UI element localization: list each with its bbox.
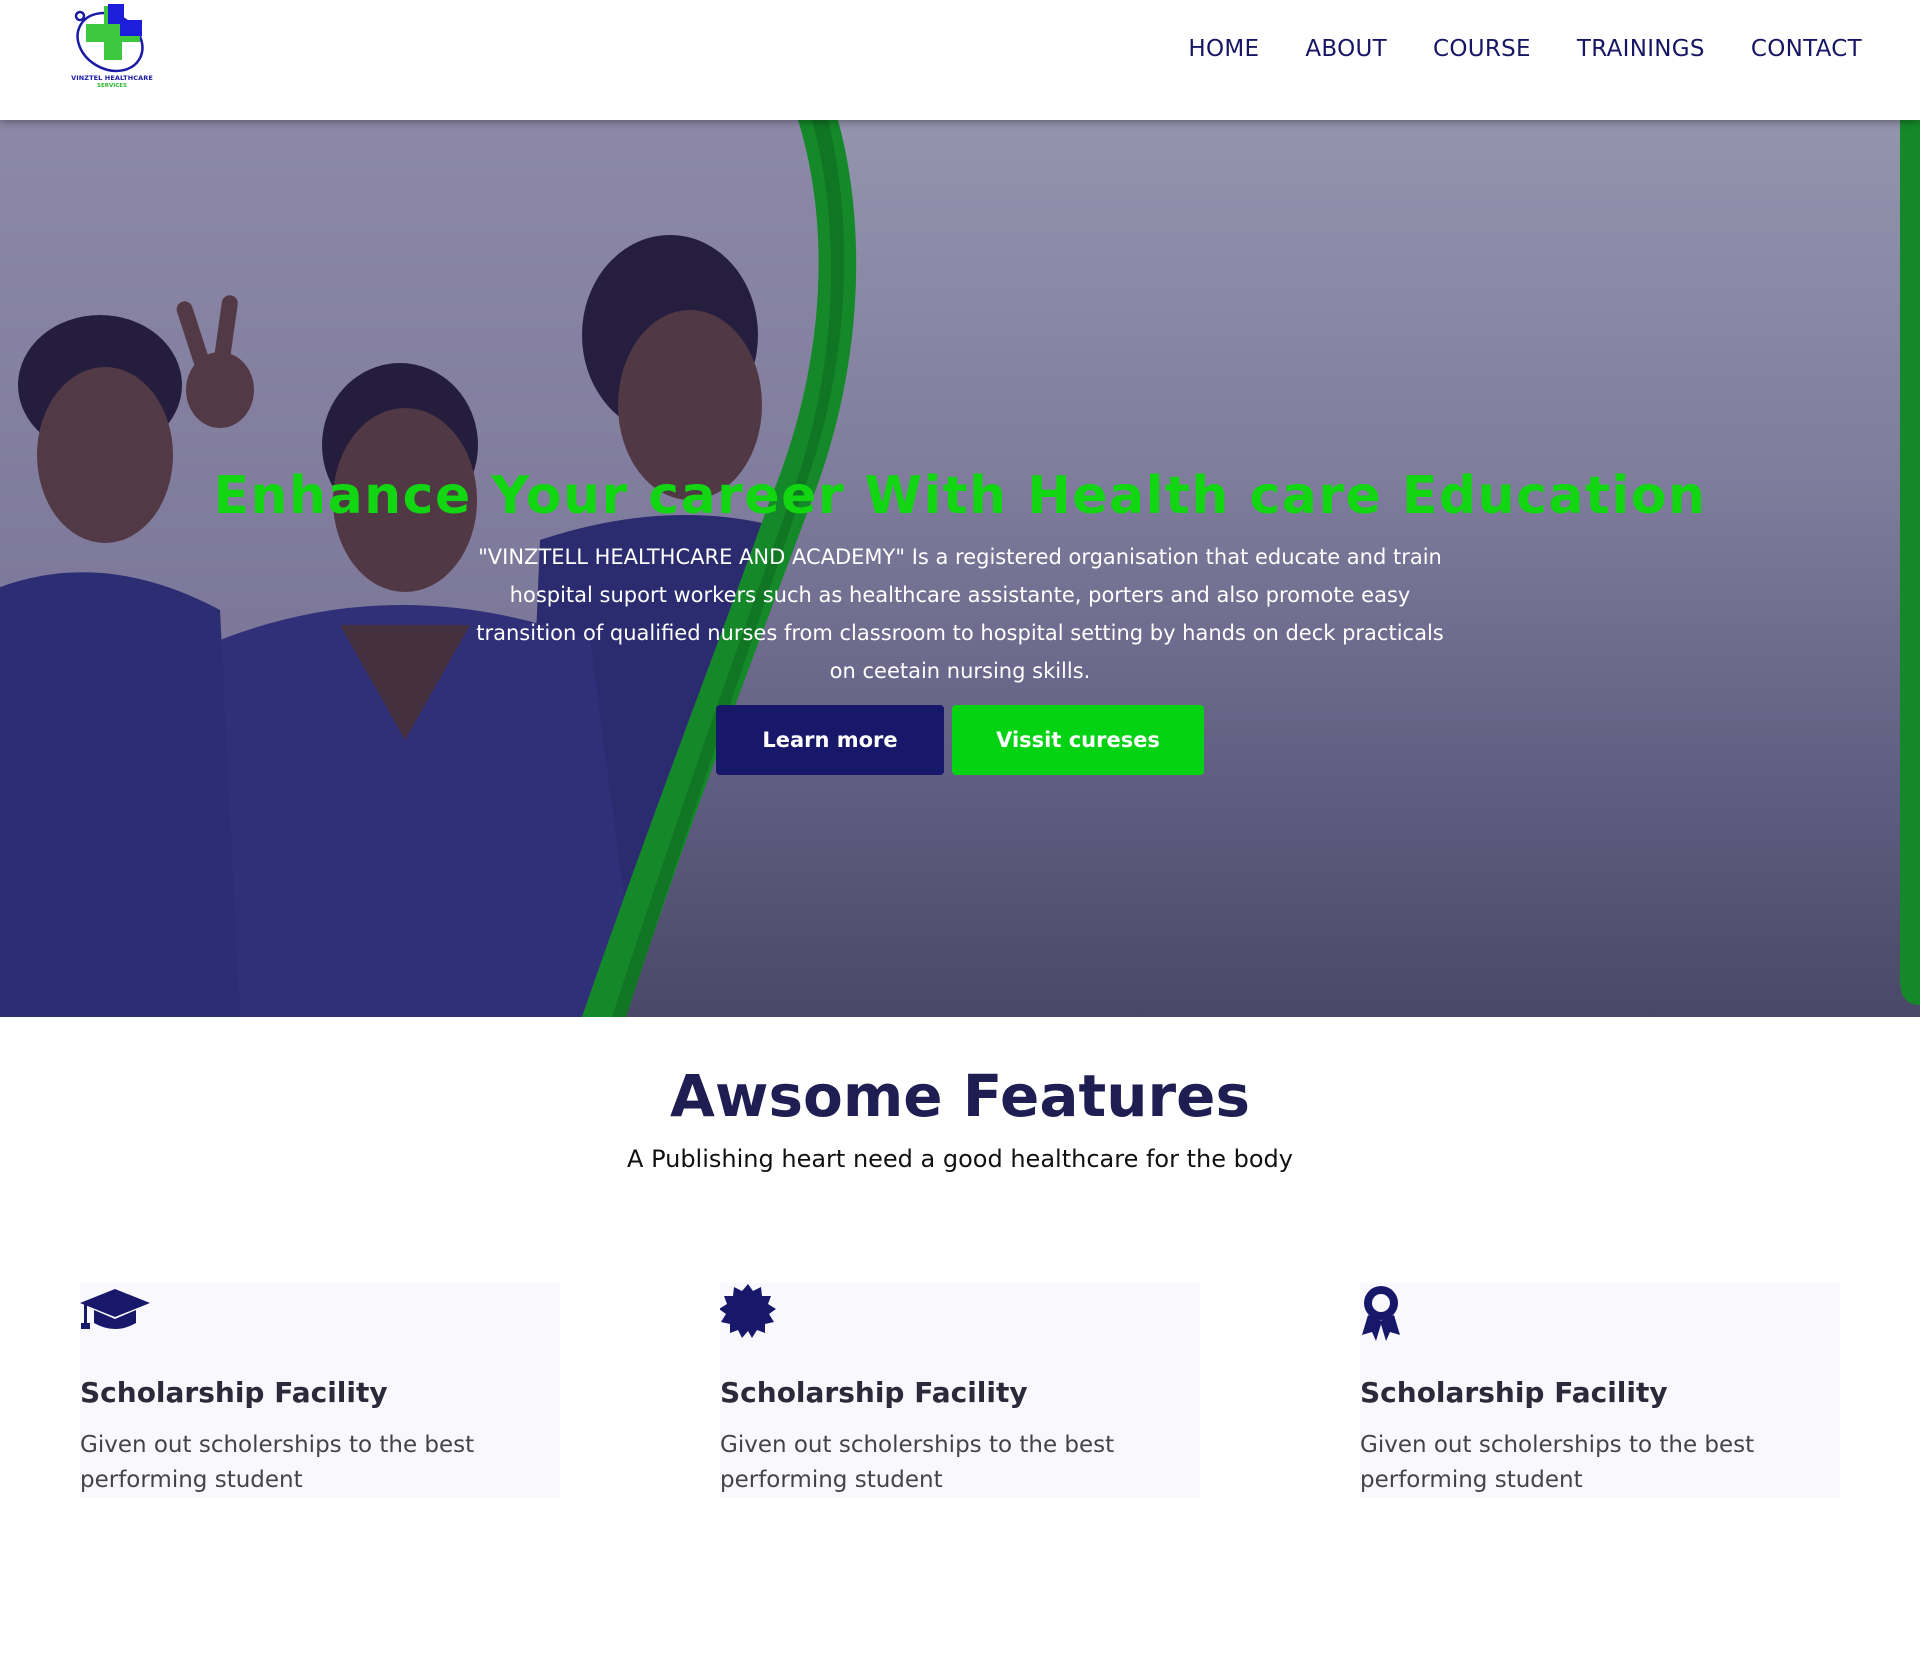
nav-contact[interactable]: CONTACT: [1751, 34, 1862, 64]
hero-section: Enhance Your career With Health care Edu…: [0, 120, 1920, 1017]
card-title: Scholarship Facility: [720, 1376, 1028, 1409]
logo-tagline: SERVICES: [96, 83, 127, 89]
features-subtitle: A Publishing heart need a good healthcar…: [627, 1145, 1293, 1173]
card-title: Scholarship Facility: [80, 1376, 388, 1409]
logo-text: VINZTEL HEALTHCARE SERVICES: [66, 74, 158, 90]
site-header: VINZTEL HEALTHCARE SERVICES HOME ABOUT C…: [0, 0, 1920, 120]
nav-home[interactable]: HOME: [1188, 34, 1259, 64]
nav-about[interactable]: ABOUT: [1305, 34, 1387, 64]
feature-card: Scholarship Facility Given out scholersh…: [720, 1283, 1200, 1498]
card-text: Given out scholerships to the best perfo…: [1360, 1432, 1755, 1493]
card-text: Given out scholerships to the best perfo…: [720, 1432, 1115, 1493]
visit-courses-button[interactable]: Vissit cureses: [952, 705, 1204, 775]
nav-trainings[interactable]: TRAININGS: [1577, 34, 1705, 64]
hero-title: Enhance Your career With Health care Edu…: [213, 466, 1707, 526]
card-title: Scholarship Facility: [1360, 1376, 1668, 1409]
award-ribbon-icon: [1362, 1286, 1400, 1341]
feature-card: Scholarship Facility Given out scholersh…: [1360, 1283, 1840, 1498]
nav-course[interactable]: COURSE: [1433, 34, 1531, 64]
graduation-cap-icon: [80, 1289, 150, 1329]
starburst-badge-icon: [720, 1284, 776, 1338]
features-title: Awsome Features: [669, 1062, 1251, 1130]
feature-card: Scholarship Facility Given out scholersh…: [80, 1283, 560, 1498]
logo-name: VINZTEL HEALTHCARE: [71, 74, 153, 82]
hero-buttons: Learn more Vissit cureses: [716, 705, 1204, 775]
main-nav: HOME ABOUT COURSE TRAININGS CONTACT: [1188, 34, 1862, 64]
card-text: Given out scholerships to the best perfo…: [80, 1432, 475, 1493]
hero-description: "VINZTELL HEALTHCARE AND ACADEMY" Is a r…: [476, 545, 1444, 683]
site-logo[interactable]: VINZTEL HEALTHCARE SERVICES: [66, 2, 158, 92]
learn-more-button[interactable]: Learn more: [716, 705, 944, 775]
medical-cross-stethoscope-logo-icon: [74, 4, 144, 73]
